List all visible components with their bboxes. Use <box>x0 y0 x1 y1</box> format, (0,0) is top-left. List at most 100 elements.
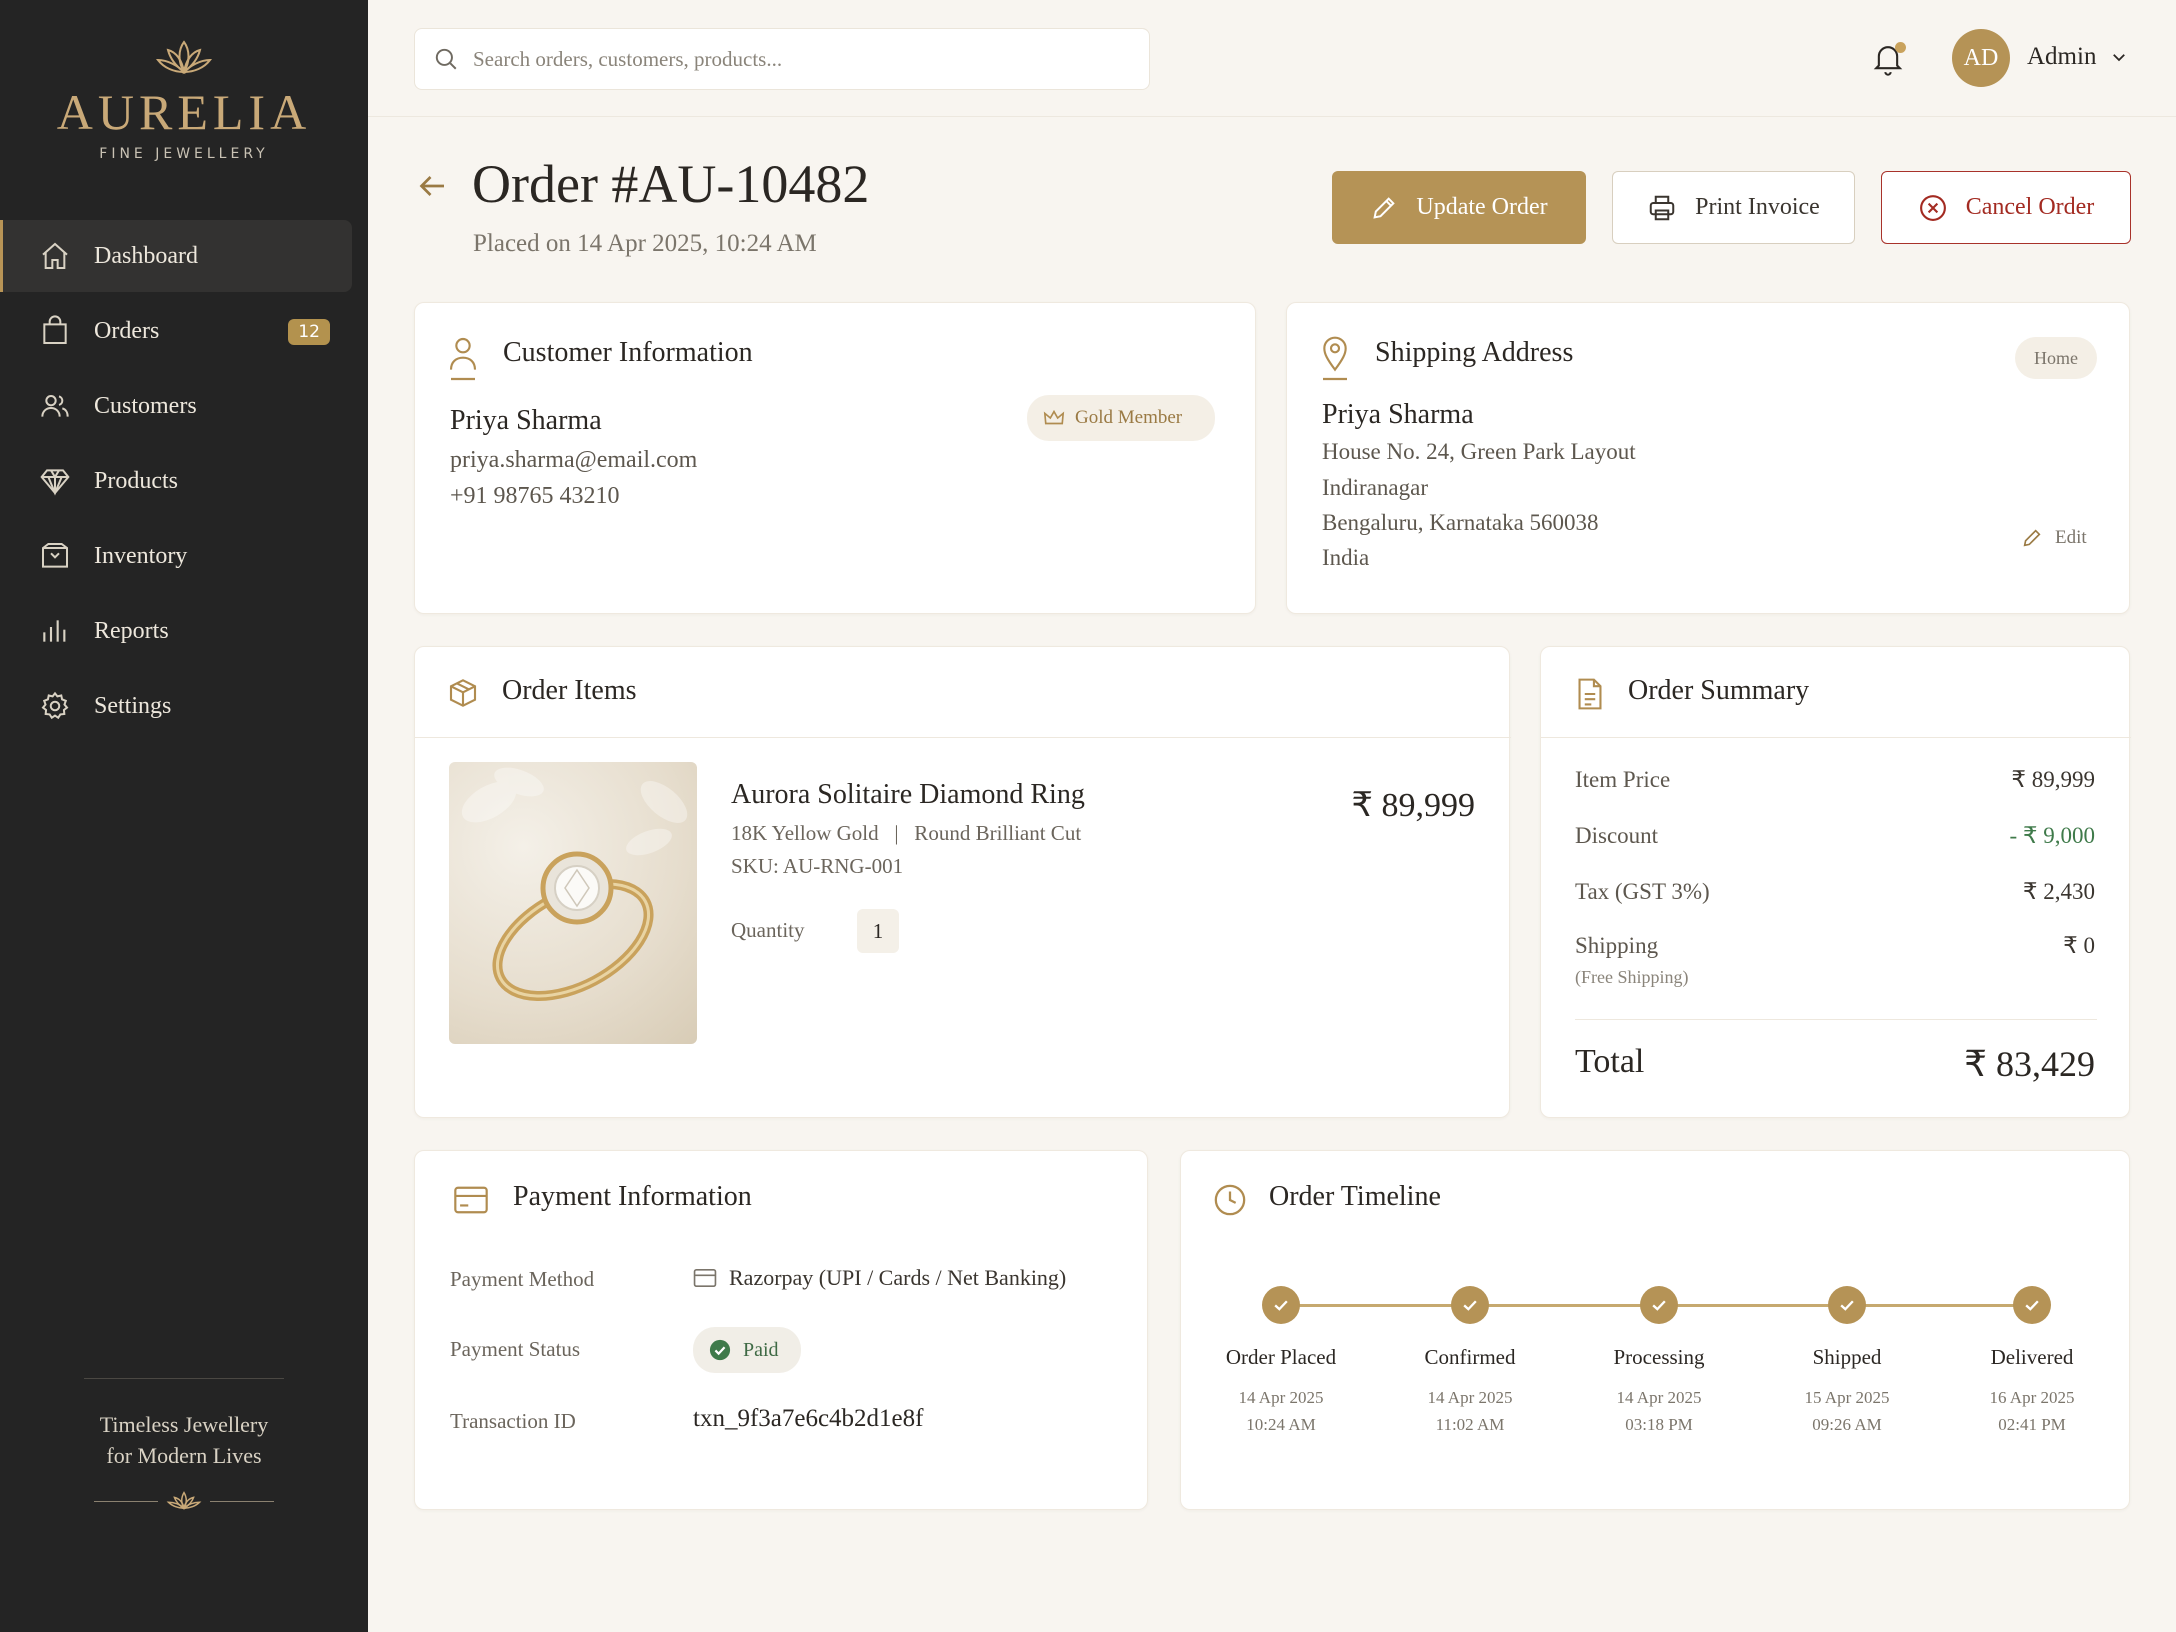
update-order-button[interactable]: Update Order <box>1332 171 1586 244</box>
button-label: Print Invoice <box>1695 194 1820 220</box>
search-bar[interactable] <box>414 28 1150 90</box>
total-label: Total <box>1575 1043 1645 1080</box>
brand-name: AURELIA <box>56 84 312 140</box>
check-icon <box>1652 1300 1666 1311</box>
document-icon <box>1575 677 1605 711</box>
payment-status-label: Payment Status <box>450 1337 581 1361</box>
customer-info-card: Customer Information Priya Sharma priya.… <box>414 302 1256 614</box>
search-input[interactable] <box>473 46 1113 72</box>
product-price: ₹ 89,999 <box>1351 787 1475 824</box>
footer-tagline-line: for Modern Lives <box>106 1443 262 1468</box>
back-button[interactable] <box>414 168 450 204</box>
user-icon <box>447 335 479 383</box>
order-summary-card: Order Summary Item Price ₹ 89,999 Discou… <box>1540 646 2131 1118</box>
orders-count-badge: 12 <box>288 319 330 345</box>
summary-label: Discount <box>1575 823 1659 848</box>
payment-status-value: Paid <box>743 1338 779 1361</box>
sidebar-item-label: Orders <box>94 317 160 344</box>
user-menu[interactable]: Admin <box>2027 43 2128 71</box>
clock-icon <box>1213 1183 1247 1217</box>
timeline-step: Confirmed 14 Apr 2025 11:02 AM <box>1385 1345 1555 1438</box>
brand-logo[interactable]: AURELIA FINE JEWELLERY <box>0 38 368 162</box>
payment-info-card: Payment Information Payment Method Razor… <box>414 1150 1148 1510</box>
divider <box>1575 1019 2097 1020</box>
search-icon <box>433 46 459 72</box>
notification-dot <box>1895 42 1906 53</box>
printer-icon <box>1647 193 1677 223</box>
notification-button[interactable] <box>1872 42 1908 78</box>
credit-card-icon <box>453 1185 489 1215</box>
timeline-step: Processing 14 Apr 2025 03:18 PM <box>1574 1345 1744 1438</box>
shopping-bag-icon <box>38 314 72 348</box>
card-title: Order Summary <box>1628 675 1810 706</box>
brand-tagline: FINE JEWELLERY <box>99 146 269 162</box>
card-title: Payment Information <box>513 1181 752 1212</box>
step-label: Confirmed <box>1424 1345 1516 1369</box>
box-icon <box>38 539 72 573</box>
shipping-address-card: Shipping Address Home Priya Sharma House… <box>1286 302 2130 614</box>
payment-method-label: Payment Method <box>450 1267 595 1291</box>
address-line: Indiranagar <box>1322 475 1428 500</box>
step-date: 16 Apr 2025 <box>1989 1388 2075 1407</box>
summary-label: Item Price <box>1575 767 1671 792</box>
address-line: India <box>1322 545 1370 570</box>
card-title: Order Timeline <box>1269 1181 1441 1212</box>
step-label: Processing <box>1613 1345 1705 1369</box>
bar-chart-icon <box>38 614 72 648</box>
card-title: Shipping Address <box>1375 337 1574 368</box>
check-icon <box>1274 1300 1288 1311</box>
cancel-order-button[interactable]: Cancel Order <box>1881 171 2131 244</box>
customer-phone[interactable]: +91 98765 43210 <box>450 483 620 510</box>
button-label: Update Order <box>1416 194 1548 220</box>
product-image[interactable] <box>449 762 697 1044</box>
page-title: Order #AU-10482 <box>472 154 870 214</box>
footer-tagline: Timeless Jewellery for Modern Lives <box>0 1409 368 1471</box>
customer-email[interactable]: priya.sharma@email.com <box>450 447 697 474</box>
summary-value: ₹ 0 <box>2063 933 2095 958</box>
transaction-id-value[interactable]: txn_9f3a7e6c4b2d1e8f <box>693 1405 923 1433</box>
divider <box>415 737 1511 738</box>
step-date: 14 Apr 2025 <box>1238 1388 1324 1407</box>
arrow-left-icon <box>414 168 450 204</box>
lotus-icon <box>0 38 368 78</box>
sidebar-item-orders[interactable]: Orders 12 <box>0 295 352 367</box>
quantity-label: Quantity <box>731 918 805 942</box>
step-time: 02:41 PM <box>1998 1415 2066 1434</box>
pencil-icon <box>1370 194 1398 222</box>
map-pin-icon <box>1319 335 1351 383</box>
payment-method: Razorpay (UPI / Cards / Net Banking) <box>693 1265 1066 1291</box>
membership-label: Gold Member <box>1075 407 1183 428</box>
sidebar-item-products[interactable]: Products <box>0 445 352 517</box>
step-time: 10:24 AM <box>1246 1415 1316 1434</box>
recipient-name: Priya Sharma <box>1322 399 1474 430</box>
timeline-step-dot <box>2013 1286 2051 1324</box>
address-tag: Home <box>2015 337 2097 379</box>
edit-address-button[interactable]: Edit <box>2021 527 2087 549</box>
sidebar-footer: Timeless Jewellery for Modern Lives <box>0 1378 368 1513</box>
divider <box>84 1378 284 1379</box>
lotus-icon <box>164 1489 204 1513</box>
sidebar-item-customers[interactable]: Customers <box>0 370 352 442</box>
quantity-value: 1 <box>857 909 899 953</box>
product-specs: 18K Yellow Gold | Round Brilliant Cut <box>731 821 1082 845</box>
check-circle-icon <box>709 1339 731 1361</box>
check-icon <box>1463 1300 1477 1311</box>
membership-badge: Gold Member <box>1027 395 1215 441</box>
discount-value: - ₹ 9,000 <box>2009 823 2095 848</box>
print-invoice-button[interactable]: Print Invoice <box>1612 171 1855 244</box>
divider <box>1541 737 2131 738</box>
sidebar-nav: Dashboard Orders 12 Customers Products I… <box>0 220 368 745</box>
sidebar-item-reports[interactable]: Reports <box>0 595 352 667</box>
sidebar-item-inventory[interactable]: Inventory <box>0 520 352 592</box>
avatar[interactable]: AD <box>1952 29 2010 87</box>
sidebar-item-label: Inventory <box>94 542 188 569</box>
sidebar-item-settings[interactable]: Settings <box>0 670 352 742</box>
order-placed-date: Placed on 14 Apr 2025, 10:24 AM <box>473 230 817 257</box>
product-name[interactable]: Aurora Solitaire Diamond Ring <box>731 779 1085 811</box>
total-value: ₹ 83,429 <box>1964 1044 2095 1084</box>
step-label: Order Placed <box>1225 1345 1337 1369</box>
sidebar-item-dashboard[interactable]: Dashboard <box>0 220 352 292</box>
order-items-card: Order Items Aurora Solitaire Diamond Rin… <box>414 646 1511 1118</box>
sidebar-item-label: Settings <box>94 692 172 719</box>
timeline-step-dot <box>1828 1286 1866 1324</box>
